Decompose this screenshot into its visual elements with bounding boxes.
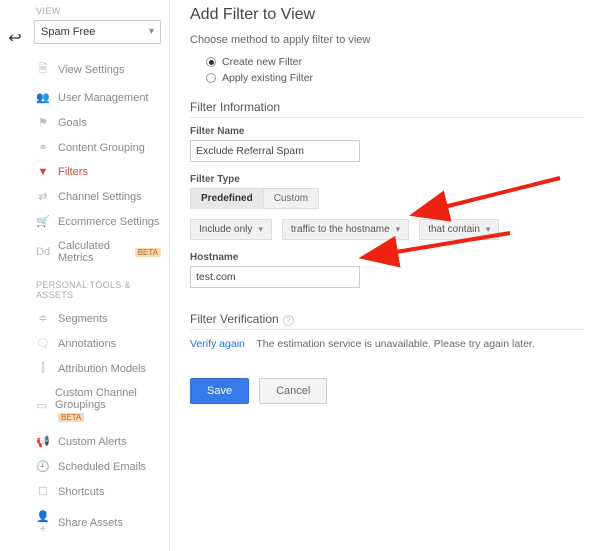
- filter-type-tabs: Predefined Custom: [190, 188, 584, 209]
- people-icon: 👥: [36, 91, 50, 104]
- sidebar-item-view-settings[interactable]: 🗎 View Settings: [30, 54, 165, 85]
- chevron-down-icon: ▾: [486, 224, 491, 234]
- sidebar-item-label: Calculated Metrics: [58, 240, 124, 264]
- sidebar-item-goals[interactable]: ⚑ Goals: [30, 110, 165, 135]
- view-selector[interactable]: Spam Free: [34, 20, 161, 44]
- sidebar-item-label: Content Grouping: [58, 142, 145, 154]
- sidebar-item-custom-channel-groupings[interactable]: ▭ Custom Channel Groupings BETA: [30, 381, 165, 429]
- sidebar-item-label: Custom Alerts: [58, 436, 126, 448]
- save-button[interactable]: Save: [190, 378, 249, 404]
- sidebar-item-label: Ecommerce Settings: [58, 216, 159, 228]
- sidebar-item-ecommerce-settings[interactable]: 🛒 Ecommerce Settings: [30, 209, 165, 234]
- sidebar-item-scheduled-emails[interactable]: 🕘 Scheduled Emails: [30, 454, 165, 479]
- info-icon: ?: [283, 315, 294, 326]
- channel-group-icon: ▭: [36, 399, 47, 412]
- radio-create-new[interactable]: Create new Filter: [190, 54, 584, 70]
- sidebar-item-label: User Management: [58, 92, 149, 104]
- sidebar-item-label: Custom Channel Groupings: [55, 387, 137, 411]
- sidebar-item-label: Segments: [58, 313, 108, 325]
- dropdown-traffic-type[interactable]: traffic to the hostname ▾: [282, 219, 409, 240]
- page-title: Add Filter to View: [190, 6, 584, 24]
- back-icon[interactable]: ↩: [8, 28, 21, 48]
- clock-icon: 🕘: [36, 460, 50, 473]
- tab-predefined[interactable]: Predefined: [190, 188, 264, 209]
- sidebar-item-label: Share Assets: [58, 517, 123, 529]
- sidebar-item-content-grouping[interactable]: ⚭ Content Grouping: [30, 135, 165, 160]
- sidebar-item-label: Annotations: [58, 338, 116, 350]
- sidebar-item-custom-alerts[interactable]: 📢 Custom Alerts: [30, 429, 165, 454]
- sidebar-item-channel-settings[interactable]: ⇄ Channel Settings: [30, 184, 165, 209]
- channel-icon: ⇄: [36, 190, 50, 203]
- group-icon: ⚭: [36, 141, 50, 154]
- share-icon: 👤+: [36, 510, 50, 535]
- shortcut-icon: ☐: [36, 485, 50, 498]
- sidebar-item-filters[interactable]: ▼ Filters: [30, 160, 165, 184]
- sidebar-item-label: View Settings: [58, 64, 124, 76]
- dropdown-label: Include only: [199, 224, 252, 235]
- tab-custom[interactable]: Custom: [264, 188, 319, 209]
- cart-icon: 🛒: [36, 215, 50, 228]
- dropdown-expression[interactable]: that contain ▾: [419, 219, 499, 240]
- filter-name-label: Filter Name: [190, 126, 584, 137]
- hostname-input[interactable]: [190, 266, 360, 288]
- radio-apply-existing[interactable]: Apply existing Filter: [190, 70, 584, 86]
- radio-label: Create new Filter: [222, 56, 302, 68]
- dd-icon: Dd: [36, 246, 50, 258]
- radio-icon: [206, 57, 216, 67]
- main-content: Add Filter to View Choose method to appl…: [170, 0, 600, 551]
- dropdown-label: traffic to the hostname: [291, 224, 390, 235]
- section-personal-tools: PERSONAL TOOLS & ASSETS: [30, 270, 165, 306]
- sidebar-item-label: Attribution Models: [58, 363, 146, 375]
- dropdown-label: that contain: [428, 224, 480, 235]
- radio-icon: [206, 73, 216, 83]
- sidebar-item-annotations[interactable]: 🗨 Annotations: [30, 331, 165, 356]
- sidebar-item-share-assets[interactable]: 👤+ Share Assets: [30, 504, 165, 541]
- sidebar-item-label: Filters: [58, 166, 88, 178]
- funnel-icon: ▼: [36, 166, 50, 178]
- sidebar-item-attribution-models[interactable]: ⫿ Attribution Models: [30, 356, 165, 381]
- page-icon: 🗎: [36, 60, 50, 79]
- sidebar-item-label: Goals: [58, 117, 87, 129]
- megaphone-icon: 📢: [36, 435, 50, 448]
- bars-icon: ⫿: [36, 362, 50, 375]
- sidebar-item-label: Channel Settings: [58, 191, 142, 203]
- sidebar-item-label: Scheduled Emails: [58, 461, 146, 473]
- dropdown-include-exclude[interactable]: Include only ▾: [190, 219, 272, 240]
- flag-icon: ⚑: [36, 116, 50, 129]
- chevron-down-icon: ▾: [396, 224, 401, 234]
- chevron-down-icon: ▾: [258, 224, 263, 234]
- annotation-icon: 🗨: [36, 337, 50, 350]
- filter-information-heading: Filter Information: [190, 100, 584, 118]
- segments-icon: ≑: [36, 312, 50, 325]
- view-name: Spam Free: [41, 26, 95, 38]
- hostname-label: Hostname: [190, 252, 584, 263]
- cancel-button[interactable]: Cancel: [259, 378, 327, 404]
- verify-message: The estimation service is unavailable. P…: [256, 338, 534, 350]
- radio-label: Apply existing Filter: [222, 72, 313, 84]
- beta-badge: BETA: [135, 248, 161, 257]
- sidebar-item-segments[interactable]: ≑ Segments: [30, 306, 165, 331]
- filter-verification-heading: Filter Verification?: [190, 312, 584, 330]
- sidebar: VIEW Spam Free 🗎 View Settings 👥 User Ma…: [30, 0, 170, 551]
- sidebar-item-label: Shortcuts: [58, 486, 104, 498]
- beta-badge: BETA: [58, 413, 84, 422]
- view-heading: VIEW: [30, 6, 165, 20]
- verify-again-link[interactable]: Verify again: [190, 338, 245, 350]
- choose-method-label: Choose method to apply filter to view: [190, 34, 584, 46]
- filter-name-input[interactable]: [190, 140, 360, 162]
- filter-type-label: Filter Type: [190, 174, 584, 185]
- sidebar-item-calculated-metrics[interactable]: Dd Calculated Metrics BETA: [30, 234, 165, 270]
- sidebar-item-user-management[interactable]: 👥 User Management: [30, 85, 165, 110]
- sidebar-item-shortcuts[interactable]: ☐ Shortcuts: [30, 479, 165, 504]
